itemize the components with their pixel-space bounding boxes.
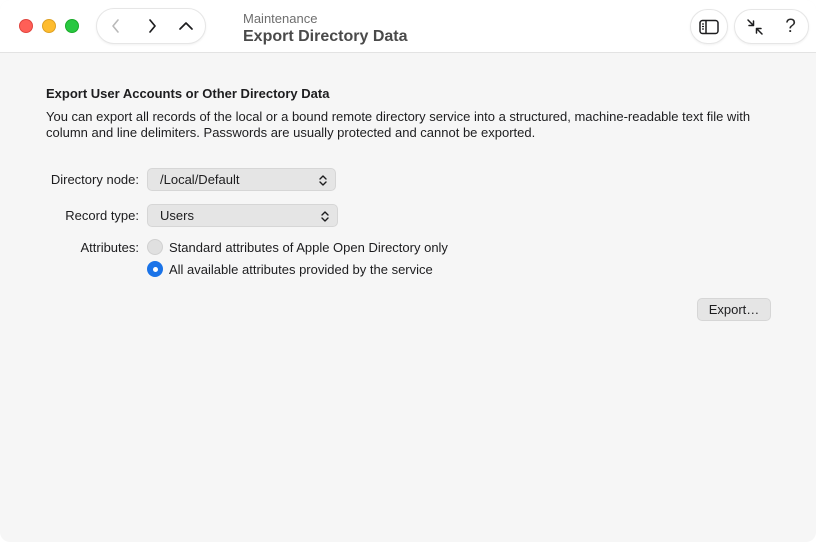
toggle-sidebar-button[interactable] — [690, 9, 728, 44]
back-button[interactable] — [99, 9, 133, 43]
collapse-arrows-icon — [746, 18, 763, 35]
app-window: Maintenance Export Directory Data ? Expo… — [0, 0, 816, 542]
record-type-value: Users — [160, 208, 194, 223]
minimize-window-button[interactable] — [42, 19, 56, 33]
chevron-left-icon — [112, 19, 119, 33]
up-down-chevron-icon — [321, 211, 329, 222]
toolbar-action-group: ? — [734, 9, 809, 44]
up-down-chevron-icon — [319, 175, 327, 186]
radio-button-selected[interactable] — [147, 261, 163, 277]
window-subtitle: Maintenance — [243, 11, 318, 26]
collapse-button[interactable] — [736, 10, 773, 43]
attributes-option-all[interactable]: All available attributes provided by the… — [147, 261, 433, 277]
main-content: Export User Accounts or Other Directory … — [0, 54, 816, 542]
title-block: Maintenance Export Directory Data — [243, 11, 408, 47]
attributes-option-standard[interactable]: Standard attributes of Apple Open Direct… — [147, 239, 448, 255]
attributes-option-label: Standard attributes of Apple Open Direct… — [169, 239, 448, 255]
directory-node-value: /Local/Default — [160, 172, 240, 187]
close-window-button[interactable] — [19, 19, 33, 33]
section-title: Export User Accounts or Other Directory … — [46, 86, 330, 101]
window-title: Export Directory Data — [243, 28, 408, 45]
sidebar-icon — [699, 19, 719, 34]
chevron-right-icon — [149, 19, 156, 33]
record-type-popup[interactable]: Users — [147, 204, 338, 227]
forward-button[interactable] — [135, 9, 169, 43]
attributes-option-label: All available attributes provided by the… — [169, 261, 433, 277]
zoom-window-button[interactable] — [65, 19, 79, 33]
radio-button-unselected[interactable] — [147, 239, 163, 255]
chevron-up-icon — [179, 22, 193, 30]
help-button[interactable]: ? — [772, 10, 809, 43]
directory-node-popup[interactable]: /Local/Default — [147, 168, 336, 191]
navigation-group — [96, 8, 206, 44]
export-button[interactable]: Export… — [697, 298, 771, 321]
toolbar: Maintenance Export Directory Data ? — [0, 0, 816, 53]
directory-node-label: Directory node: — [50, 172, 139, 187]
attributes-label: Attributes: — [80, 240, 139, 255]
section-description: You can export all records of the local … — [46, 109, 751, 140]
record-type-label: Record type: — [65, 208, 139, 223]
up-button[interactable] — [169, 9, 203, 43]
